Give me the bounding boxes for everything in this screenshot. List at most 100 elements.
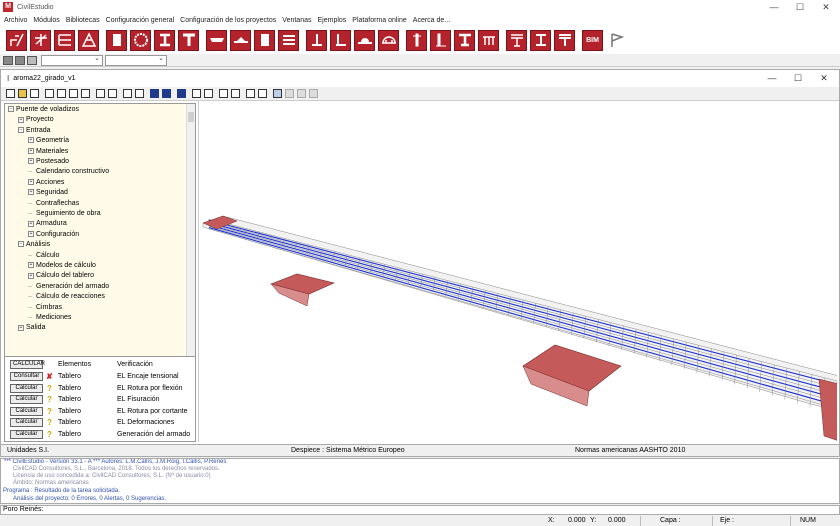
menu-modulos[interactable]: Módulos <box>33 17 59 24</box>
tree-node[interactable]: + Geometría <box>28 136 69 146</box>
tree-node[interactable]: + Modelos de cálculo <box>28 261 96 271</box>
frame-icon[interactable] <box>478 29 499 51</box>
expand-icon[interactable]: + <box>18 116 24 123</box>
menu-configuracion-general[interactable]: Configuración general <box>106 17 175 24</box>
stacked-beam-icon[interactable] <box>54 29 75 51</box>
expand-icon[interactable]: + <box>28 158 34 165</box>
bridge-deck-icon[interactable] <box>354 29 375 51</box>
calculate-button[interactable]: Calcular <box>10 418 43 427</box>
column-icon[interactable] <box>306 29 327 51</box>
expand-icon[interactable]: + <box>28 178 34 185</box>
tree-node[interactable]: – Calendario constructivo <box>28 167 109 177</box>
expand-icon[interactable]: + <box>28 230 34 237</box>
menu-ventanas[interactable]: Ventanas <box>282 17 311 24</box>
menu-acerca-de[interactable]: Acerca de... <box>413 17 450 24</box>
side-view-icon[interactable] <box>162 89 171 98</box>
front-view-icon[interactable] <box>150 89 159 98</box>
expand-icon[interactable]: + <box>28 272 34 279</box>
expand-icon[interactable]: + <box>28 189 34 196</box>
expand-icon[interactable]: + <box>28 147 34 154</box>
double-column-icon[interactable] <box>430 29 451 51</box>
tree-node[interactable]: – Contraflechas <box>28 199 79 209</box>
tree-node[interactable]: + Materiales <box>28 147 68 157</box>
flag-icon[interactable] <box>606 29 627 51</box>
tree-node[interactable]: + Proyecto <box>18 115 54 125</box>
child-minimize-button[interactable]: — <box>758 70 786 87</box>
child-maximize-button[interactable]: ☐ <box>784 70 812 87</box>
tree-node[interactable]: – Cálculo de reacciones <box>28 292 105 302</box>
move-left-icon[interactable] <box>219 89 228 98</box>
calculate-button[interactable]: Calcular <box>10 395 43 404</box>
grid-icon[interactable] <box>15 55 25 65</box>
grid-pan-icon[interactable] <box>69 89 78 98</box>
collapse-icon[interactable]: − <box>18 241 24 248</box>
tree-node[interactable]: − Entrada <box>18 126 51 136</box>
circular-section-icon[interactable] <box>130 29 151 51</box>
tree-node[interactable]: – Generación del armado <box>28 282 109 292</box>
layer-properties-icon[interactable] <box>27 55 37 65</box>
deck-slab-icon[interactable] <box>206 29 227 51</box>
calculate-button[interactable]: Calcular <box>10 383 43 393</box>
box-section-icon[interactable] <box>106 29 127 51</box>
maximize-button[interactable]: ☐ <box>786 0 814 14</box>
minimize-button[interactable]: — <box>760 0 788 14</box>
window-cascade-icon[interactable] <box>96 89 105 98</box>
tree-node[interactable]: – Seguimiento de obra <box>28 209 101 219</box>
tree-node[interactable]: – Mediciones <box>28 313 71 323</box>
steel-section-icon[interactable] <box>6 29 27 51</box>
solid-view-icon[interactable] <box>177 89 186 98</box>
bim-icon[interactable]: BIM <box>582 29 603 51</box>
tree-node[interactable]: + Postesado <box>28 157 69 167</box>
grid-view-icon[interactable] <box>45 89 54 98</box>
collapse-icon[interactable]: − <box>18 126 24 133</box>
tree-node[interactable]: + Configuración <box>28 230 79 240</box>
calculate-all-button[interactable]: CALCULAR <box>10 360 45 369</box>
view-paste-icon[interactable] <box>135 89 144 98</box>
expand-icon[interactable]: + <box>28 137 34 144</box>
style-select[interactable]: ⌄ <box>105 54 167 66</box>
stack-icon[interactable] <box>278 29 299 51</box>
collapse-icon[interactable]: − <box>8 106 14 113</box>
command-line[interactable]: Poro Reinés: <box>0 505 840 515</box>
wide-flange-icon[interactable] <box>530 29 551 51</box>
measure-icon[interactable] <box>246 89 255 98</box>
select-icon[interactable] <box>273 89 282 98</box>
tree-node[interactable]: + Salida <box>18 323 45 333</box>
tree-node[interactable]: – Cimbras <box>28 303 62 313</box>
calculate-button[interactable]: Calcular <box>10 429 43 439</box>
menu-bibliotecas[interactable]: Bibliotecas <box>66 17 100 24</box>
rotate-left-icon[interactable] <box>192 89 201 98</box>
deck-girder-icon[interactable] <box>506 29 527 51</box>
single-column-icon[interactable] <box>406 29 427 51</box>
close-button[interactable]: ✕ <box>812 0 840 14</box>
bridge-3d-view[interactable] <box>198 101 837 442</box>
bridge-3d-model[interactable] <box>199 101 837 442</box>
abutment-right[interactable] <box>818 378 837 441</box>
tree-node[interactable]: + Cálculo del tablero <box>28 271 94 281</box>
layer-select[interactable]: ⌄ <box>41 54 103 66</box>
scroll-thumb[interactable] <box>188 112 194 122</box>
tree-node[interactable]: − Análisis <box>18 240 50 250</box>
consult-button[interactable]: Consultar <box>10 372 43 381</box>
expand-icon[interactable]: + <box>28 220 34 227</box>
grid-fit-icon[interactable] <box>81 89 90 98</box>
pier-icon[interactable] <box>330 29 351 51</box>
arch-bridge-icon[interactable] <box>378 29 399 51</box>
calculate-button[interactable]: Calcular <box>10 406 43 416</box>
layer-icon[interactable] <box>3 55 13 65</box>
arch-deck-icon[interactable] <box>230 29 251 51</box>
rotate-right-icon[interactable] <box>204 89 213 98</box>
girder-icon[interactable] <box>454 29 475 51</box>
expand-icon[interactable]: + <box>18 324 24 331</box>
child-close-button[interactable]: ✕ <box>810 70 838 87</box>
menu-configuracion-proyectos[interactable]: Configuración de los proyectos <box>180 17 276 24</box>
t-girder-icon[interactable] <box>554 29 575 51</box>
t-beam-icon[interactable] <box>178 29 199 51</box>
i-beam-icon[interactable] <box>154 29 175 51</box>
tree-node[interactable]: + Acciones <box>28 178 64 188</box>
expand-icon[interactable]: + <box>28 262 34 269</box>
truss-icon[interactable] <box>78 29 99 51</box>
tree-node[interactable]: + Armadura <box>28 219 67 229</box>
open-folder-icon[interactable] <box>18 89 27 98</box>
save-icon[interactable] <box>30 89 39 98</box>
